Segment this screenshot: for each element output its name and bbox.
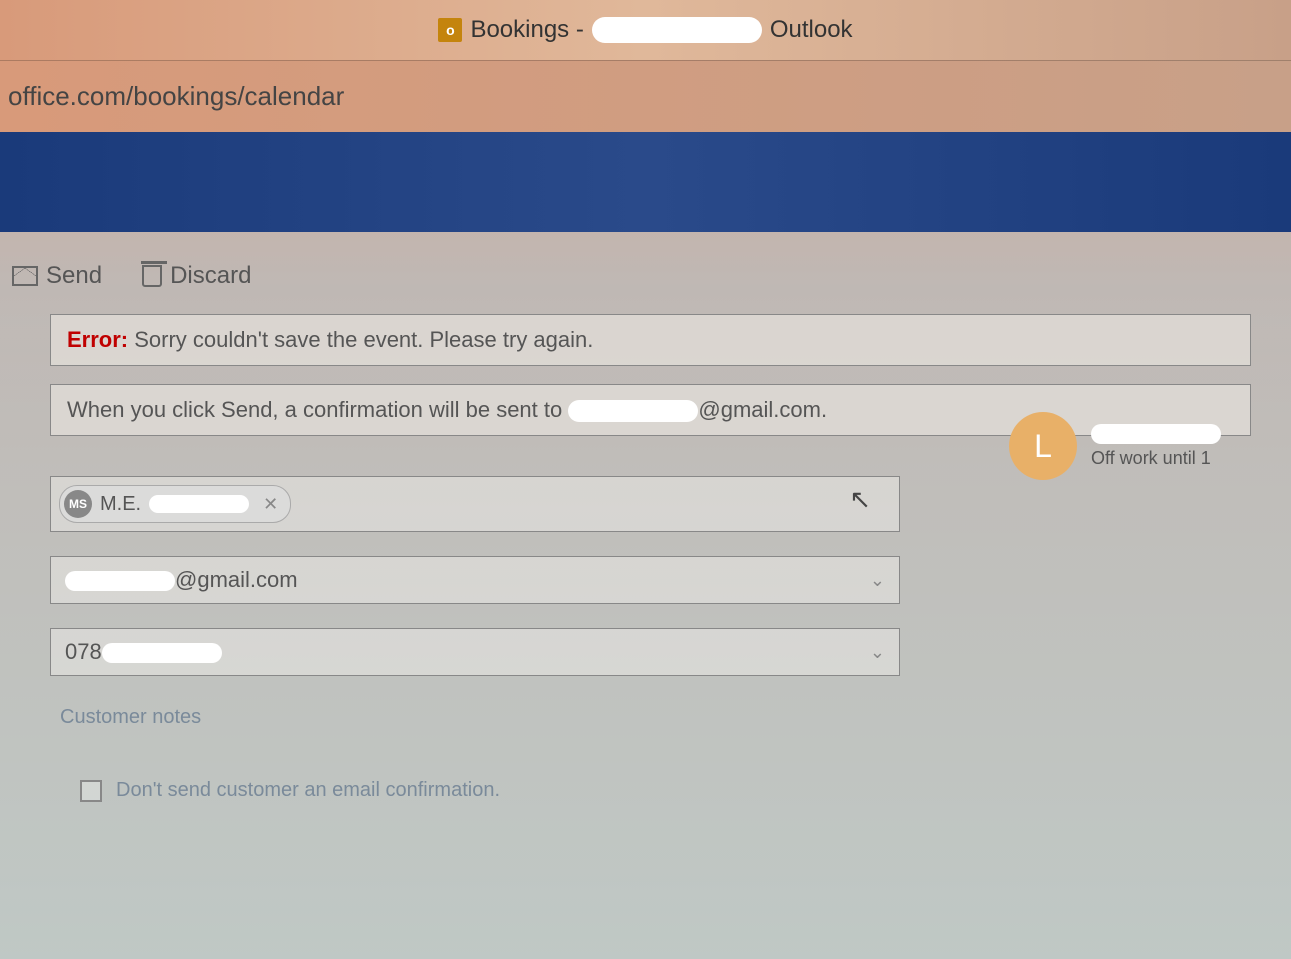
form-toolbar: Send Discard: [0, 262, 1291, 314]
window-title-suffix: Outlook: [770, 16, 853, 44]
chevron-down-icon[interactable]: ⌄: [870, 570, 885, 591]
staff-panel: L Off work until 1: [1001, 404, 1291, 488]
redacted-phone: [102, 643, 222, 663]
customer-phone-input[interactable]: 078 ⌄: [50, 628, 900, 676]
redacted-chip-name: [149, 495, 249, 513]
staff-status: Off work until 1: [1091, 448, 1221, 469]
redacted-title-segment: [592, 17, 762, 43]
url-text: office.com/bookings/calendar: [8, 81, 344, 112]
discard-button[interactable]: Discard: [142, 262, 251, 290]
customer-phone-row: 078 ⌄: [50, 628, 1251, 676]
info-suffix: @gmail.com.: [698, 397, 827, 422]
dont-send-confirmation-row[interactable]: Don't send customer an email confirmatio…: [80, 779, 1291, 802]
error-label: Error:: [67, 327, 128, 352]
customer-email-input[interactable]: @gmail.com ⌄: [50, 556, 900, 604]
customer-chip[interactable]: MS M.E. ✕: [59, 485, 291, 523]
outlook-app-icon: o: [438, 18, 462, 42]
redacted-staff-name: [1091, 424, 1221, 444]
window-title-prefix: Bookings -: [470, 16, 583, 44]
browser-title-bar: o Bookings - Outlook: [0, 0, 1291, 60]
customer-notes-field[interactable]: Customer notes: [60, 706, 1291, 729]
browser-address-bar[interactable]: office.com/bookings/calendar: [0, 60, 1291, 132]
trash-icon: [142, 265, 162, 287]
info-prefix: When you click Send, a confirmation will…: [67, 397, 562, 422]
redacted-email-local: [65, 571, 175, 591]
app-ribbon: [0, 132, 1291, 232]
send-label: Send: [46, 262, 102, 290]
envelope-icon: [12, 266, 38, 286]
email-domain: @gmail.com: [175, 567, 298, 592]
remove-chip-icon[interactable]: ✕: [263, 494, 278, 515]
error-message: Sorry couldn't save the event. Please tr…: [134, 327, 593, 352]
dont-send-checkbox[interactable]: [80, 780, 102, 802]
staff-avatar[interactable]: L: [1009, 412, 1077, 480]
redacted-email-user: [568, 400, 698, 422]
cursor-arrow-icon: ↖: [849, 484, 871, 515]
dont-send-label: Don't send customer an email confirmatio…: [116, 779, 500, 802]
chip-avatar: MS: [64, 490, 92, 518]
discard-label: Discard: [170, 262, 251, 290]
chevron-down-icon[interactable]: ⌄: [870, 642, 885, 663]
send-button[interactable]: Send: [12, 262, 102, 290]
customer-name-input[interactable]: MS M.E. ✕: [50, 476, 900, 532]
error-banner: Error: Sorry couldn't save the event. Pl…: [50, 314, 1251, 366]
phone-prefix: 078: [65, 639, 102, 664]
customer-email-row: @gmail.com ⌄: [50, 556, 1251, 604]
chip-name: M.E.: [100, 493, 141, 516]
staff-info: Off work until 1: [1091, 424, 1221, 469]
booking-form-area: Send Discard Error: Sorry couldn't save …: [0, 232, 1291, 959]
